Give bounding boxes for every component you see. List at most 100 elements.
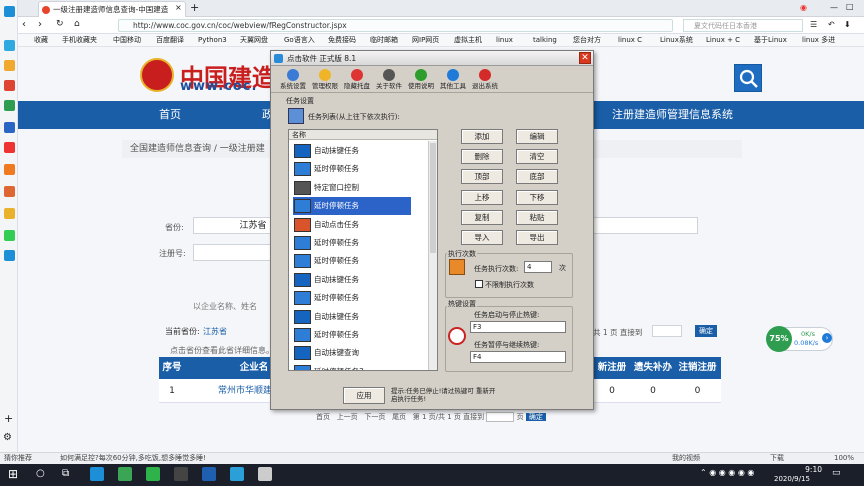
bookmark-item[interactable]: 天翼网盘 <box>240 34 268 46</box>
notification-center-icon[interactable]: ▭ <box>832 468 841 478</box>
sidebar-app-icon[interactable] <box>4 80 15 91</box>
maximize-icon[interactable]: □ <box>846 2 854 11</box>
bookmark-item[interactable]: Linux系统 <box>660 34 693 46</box>
task-list-item[interactable]: 自动抹键任务 <box>293 308 411 326</box>
bookmark-item[interactable]: 百度翻译 <box>156 34 184 46</box>
download-icon[interactable]: ⬇ <box>844 20 851 29</box>
minimize-icon[interactable]: — <box>830 3 838 12</box>
move-down-button[interactable]: 下移 <box>516 190 558 205</box>
app-icon[interactable] <box>146 467 160 481</box>
page-jump-input[interactable] <box>652 325 682 337</box>
notification-icon[interactable]: ◉ <box>800 3 807 12</box>
status-ad[interactable]: 如何满足控?每次60分钟,多吃饭,想多睡觉多睡! <box>60 453 206 464</box>
undo-icon[interactable]: ↶ <box>828 20 835 29</box>
toolbar-hide-tray[interactable]: 隐藏托盘 <box>341 67 373 93</box>
close-tab-icon[interactable]: × <box>175 3 182 12</box>
site-search-button[interactable] <box>734 64 762 92</box>
apply-button[interactable]: 应用 <box>343 387 385 404</box>
expand-icon[interactable]: › <box>822 333 832 343</box>
bookmark-item[interactable]: 网IP网页 <box>412 34 439 46</box>
hotkey1-input[interactable]: F3 <box>470 321 566 333</box>
toolbar-permission[interactable]: 管理权限 <box>309 67 341 93</box>
task-list-item[interactable]: 延时停顿任务 <box>293 197 411 216</box>
unlimited-checkbox[interactable] <box>475 280 483 288</box>
bookmark-item[interactable]: 免费接码 <box>328 34 356 46</box>
bookmark-item[interactable]: 基于Linux <box>754 34 787 46</box>
edit-button[interactable]: 编辑 <box>516 129 558 144</box>
sidebar-app-icon[interactable] <box>4 250 15 261</box>
clock-date[interactable]: 2020/9/15 <box>774 475 810 483</box>
top-button[interactable]: 顶部 <box>461 169 503 184</box>
import-button[interactable]: 导入 <box>461 230 503 245</box>
current-province-value[interactable]: 江苏省 <box>203 326 227 337</box>
paste-button[interactable]: 粘贴 <box>516 210 558 225</box>
star-icon[interactable] <box>4 60 15 71</box>
windows-start-icon[interactable]: ⊞ <box>8 467 18 481</box>
task-view-icon[interactable]: ⧉ <box>62 468 69 479</box>
forward-icon[interactable]: › <box>38 19 42 30</box>
zoom-level[interactable]: 100% <box>834 453 854 464</box>
browser-icon[interactable] <box>230 467 244 481</box>
new-tab-icon[interactable]: + <box>190 1 199 14</box>
toolbar-exit[interactable]: 退出系统 <box>469 67 501 93</box>
pager-next[interactable]: 下一页 <box>364 413 385 421</box>
bookmark-item[interactable]: 中国移动 <box>113 34 141 46</box>
app-icon[interactable] <box>118 467 132 481</box>
bookmark-item[interactable]: Linux + C <box>706 34 740 46</box>
go-button[interactable]: 确定 <box>695 325 717 337</box>
settings-icon[interactable]: ⚙ <box>3 432 12 443</box>
search-icon[interactable]: ○ <box>36 468 45 479</box>
tray-icons[interactable]: ⌃ ◉ ◉ ◉ ◉ ◉ <box>700 468 754 477</box>
refresh-icon[interactable]: ↻ <box>56 19 64 29</box>
menu-icon[interactable]: ☰ <box>810 20 817 29</box>
copy-button[interactable]: 复制 <box>461 210 503 225</box>
task-list-item[interactable]: 延时停顿任务3 <box>293 363 411 370</box>
bookmark-item[interactable]: 收藏 <box>34 34 48 46</box>
toolbar-help[interactable]: 使用说明 <box>405 67 437 93</box>
task-list[interactable]: 名称 自动抹键任务 延时停顿任务 特定窗口控制 延时停顿任务 自动点击任务 延时停顿任务延… <box>288 129 438 371</box>
back-icon[interactable]: ‹ <box>22 19 26 30</box>
toolbar-about[interactable]: 关于软件 <box>373 67 405 93</box>
delete-button[interactable]: 删除 <box>461 149 503 164</box>
sidebar-app-icon[interactable] <box>4 186 15 197</box>
clock-time[interactable]: 9:10 <box>782 465 822 474</box>
toolbar-tools[interactable]: 其他工具 <box>437 67 469 93</box>
task-list-item[interactable]: 延时停顿任务 <box>293 326 411 344</box>
list-scrollbar[interactable] <box>428 141 437 370</box>
search-input[interactable]: 夏文代码任日本香港 <box>683 19 803 32</box>
query-input[interactable] <box>592 217 698 234</box>
task-list-item[interactable]: 自动抹键查询 <box>293 344 411 362</box>
task-list-item[interactable]: 自动抹键任务 <box>293 271 411 289</box>
bookmark-item[interactable]: linux <box>496 34 513 46</box>
bookmark-item[interactable]: Go语言入 <box>284 34 315 46</box>
sidebar-app-icon[interactable] <box>4 100 15 111</box>
move-up-button[interactable]: 上移 <box>461 190 503 205</box>
task-list-item[interactable]: 延时停顿任务 <box>293 234 411 252</box>
task-list-item[interactable]: 延时停顿任务 <box>293 160 411 178</box>
bookmark-item[interactable]: 临时邮箱 <box>370 34 398 46</box>
browser-tab[interactable]: 一级注册建造师信息查询-中国建造 <box>38 1 186 17</box>
home-icon[interactable]: ⌂ <box>74 19 80 29</box>
bookmark-item[interactable]: 您台对方 <box>573 34 601 46</box>
edge-icon[interactable] <box>90 467 104 481</box>
task-list-item[interactable]: 自动抹键任务 <box>293 142 411 160</box>
recommend-text[interactable]: 猜你推荐 <box>4 453 32 464</box>
bookmark-item[interactable]: talking <box>533 34 557 46</box>
pager-go-button[interactable]: 确定 <box>525 413 546 421</box>
export-button[interactable]: 导出 <box>516 230 558 245</box>
download-link[interactable]: 下载 <box>770 453 784 464</box>
task-list-item[interactable]: 延时停顿任务 <box>293 252 411 270</box>
sidebar-app-icon[interactable] <box>4 142 15 153</box>
url-input[interactable]: http://www.coc.gov.cn/coc/webview/fRegCo… <box>118 19 673 32</box>
video-link[interactable]: 我的视频 <box>672 453 700 464</box>
sidebar-app-icon[interactable] <box>4 230 15 241</box>
bookmark-item[interactable]: 手机收藏夹 <box>62 34 97 46</box>
hotkey2-input[interactable]: F4 <box>470 351 566 363</box>
mail-icon[interactable] <box>202 467 216 481</box>
nav-home[interactable]: 首页 <box>159 101 181 129</box>
pager-prev[interactable]: 上一页 <box>337 413 358 421</box>
exec-count-input[interactable]: 4 <box>524 261 552 273</box>
bookmark-item[interactable]: linux C <box>618 34 642 46</box>
pager-first[interactable]: 首页 <box>316 413 330 421</box>
sidebar-app-icon[interactable] <box>4 40 15 51</box>
